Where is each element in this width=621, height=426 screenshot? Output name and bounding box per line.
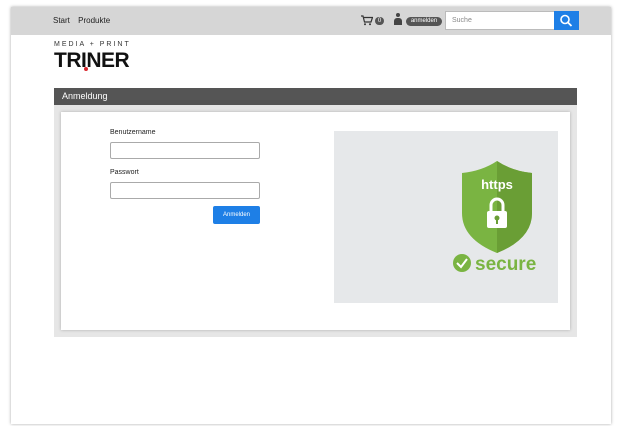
search-input[interactable]: Suche (445, 11, 555, 30)
login-submit-button[interactable]: Anmelden (213, 206, 260, 224)
password-field[interactable] (110, 182, 260, 199)
username-label: Benutzername (110, 129, 156, 136)
search-button[interactable] (554, 11, 579, 30)
cart-icon[interactable] (361, 15, 373, 26)
login-card: Benutzername Passwort Anmelden https sec… (61, 112, 570, 330)
https-shield-graphic: https secure (453, 161, 536, 275)
section-title: Anmeldung (54, 88, 577, 105)
main-nav: Start Produkte (53, 16, 116, 25)
username-field[interactable] (110, 142, 260, 159)
secure-label: secure (475, 254, 536, 275)
login-button[interactable]: anmelden (406, 17, 442, 26)
cart-count-badge: 0 (375, 17, 384, 25)
https-label: https (481, 177, 513, 192)
nav-products-link[interactable]: Produkte (78, 16, 110, 25)
browser-frame: Start Produkte 0 anmelden Suche MEDIA + … (11, 7, 611, 424)
search-icon (560, 14, 573, 27)
secure-image: https secure (334, 131, 558, 303)
logo-red-dot (84, 67, 88, 71)
logo-tagline: MEDIA + PRINT (54, 41, 131, 48)
nav-start-link[interactable]: Start (53, 16, 70, 25)
user-icon[interactable] (394, 13, 402, 27)
logo-text[interactable]: TRINER (54, 49, 130, 73)
top-navigation-bar: Start Produkte 0 anmelden Suche (11, 7, 611, 35)
checkmark-icon (453, 254, 471, 272)
login-panel-container: Benutzername Passwort Anmelden https sec… (54, 105, 577, 337)
password-label: Passwort (110, 169, 139, 176)
